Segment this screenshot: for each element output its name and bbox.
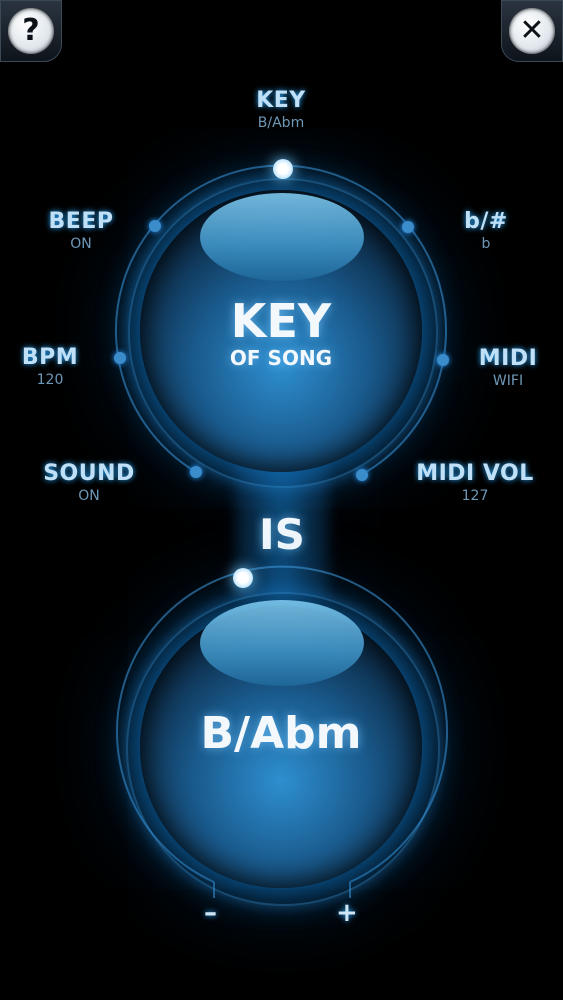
key-option-dot[interactable] [273,159,293,179]
option-bpm[interactable]: BPM 120 [0,345,110,388]
connector-label: IS [259,510,305,559]
flat-sharp-option-dot[interactable] [402,221,414,233]
option-beep[interactable]: BEEP ON [21,209,141,252]
bottom-dial-gloss [200,600,364,686]
sound-option-dot[interactable] [190,466,202,478]
beep-option-dot[interactable] [149,220,161,232]
option-sound[interactable]: SOUND ON [29,461,149,504]
top-dial-title: KEY [230,294,332,348]
plus-button[interactable]: + [336,898,358,928]
bpm-option-dot[interactable] [114,352,126,364]
option-midi-vol[interactable]: MIDI VOL 127 [415,461,535,504]
option-flat-sharp[interactable]: b/# b [426,209,546,252]
top-dial-subtitle: OF SONG [229,346,333,370]
value-dial-indicator[interactable] [233,568,253,588]
midi-vol-option-dot[interactable] [356,469,368,481]
option-key[interactable]: KEY B/Abm [221,88,341,131]
key-value-display: B/Abm [200,708,362,759]
top-dial-gloss [200,193,364,281]
minus-button[interactable]: – [204,898,217,928]
option-midi[interactable]: MIDI WIFI [448,346,563,389]
